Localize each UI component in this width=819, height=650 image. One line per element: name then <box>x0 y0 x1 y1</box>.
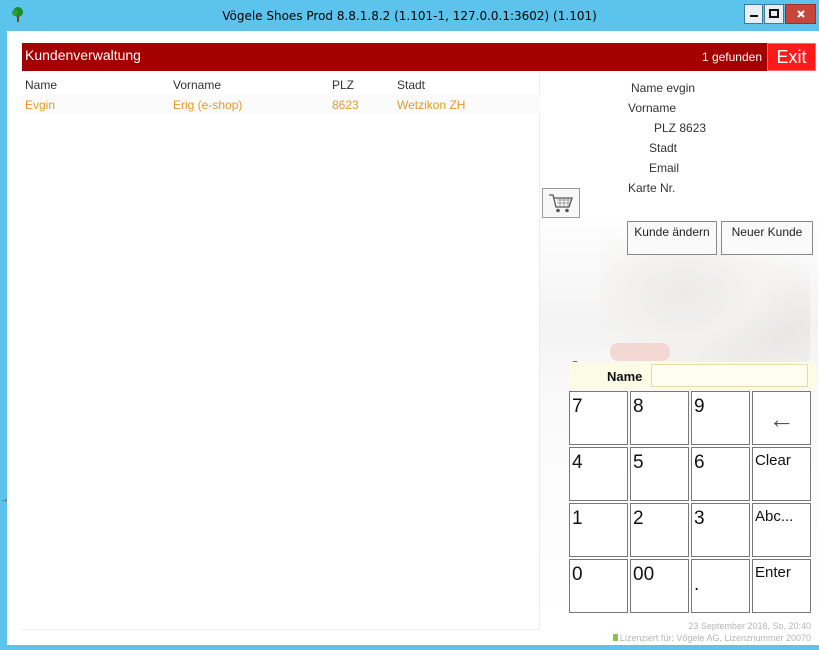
footer-date: 23 September 2018, So, 20:40 <box>688 621 811 631</box>
column-header-name[interactable]: Name <box>25 78 57 92</box>
numeric-keypad: 7 8 9 ← 4 5 6 Clear 1 2 3 Abc... 0 00 . … <box>569 391 817 615</box>
cell-vorname[interactable]: Erig (e-shop) <box>173 98 242 112</box>
edit-customer-button[interactable]: Kunde ändern <box>627 221 717 255</box>
detail-vorname: Vorname <box>628 101 677 115</box>
new-customer-button[interactable]: Neuer Kunde <box>721 221 813 255</box>
key-6[interactable]: 6 <box>691 447 750 501</box>
key-backspace[interactable]: ← <box>752 391 811 445</box>
title-bar[interactable]: Vögele Shoes Prod 8.8.1.8.2 (1.101-1, 12… <box>0 0 819 31</box>
minimize-icon <box>749 15 758 17</box>
footer-license: Lizenziert für: Vögele AG, Lizenznummer … <box>612 633 811 643</box>
key-3[interactable]: 3 <box>691 503 750 557</box>
key-1[interactable]: 1 <box>569 503 628 557</box>
customer-details: Name evgin Vorname PLZ 8623 Stadt Email … <box>595 81 817 217</box>
customer-list[interactable]: Name Vorname PLZ Stadt Evgin Erig (e-sho… <box>22 73 540 630</box>
app-window: Vögele Shoes Prod 8.8.1.8.2 (1.101-1, 12… <box>0 0 819 650</box>
cell-plz[interactable]: 8623 <box>332 98 359 112</box>
search-label: Name <box>607 369 643 384</box>
detail-stadt: Stadt <box>649 141 678 155</box>
search-bar: Name <box>569 362 816 389</box>
column-header-plz[interactable]: PLZ <box>332 78 354 92</box>
key-abc[interactable]: Abc... <box>752 503 811 557</box>
key-5[interactable]: 5 <box>630 447 689 501</box>
page-header: Kundenverwaltung 1 gefunden Exit <box>22 43 816 71</box>
detail-plz: PLZ 8623 <box>654 121 707 135</box>
key-9[interactable]: 9 <box>691 391 750 445</box>
key-decimal[interactable]: . <box>691 559 750 613</box>
shopping-cart-icon <box>549 194 573 213</box>
maximize-icon <box>769 9 779 18</box>
close-icon <box>796 10 805 18</box>
background-photo <box>600 238 810 368</box>
cell-name[interactable]: Evgin <box>25 98 55 112</box>
column-header-vorname[interactable]: Vorname <box>173 78 221 92</box>
key-8[interactable]: 8 <box>630 391 689 445</box>
cart-button[interactable] <box>542 188 580 218</box>
key-00[interactable]: 00 <box>630 559 689 613</box>
key-2[interactable]: 2 <box>630 503 689 557</box>
minimize-button[interactable] <box>744 4 763 24</box>
client-area: Kundenverwaltung 1 gefunden Exit Name Vo… <box>7 31 819 645</box>
cell-stadt[interactable]: Wetzikon ZH <box>397 98 465 112</box>
license-text: Lizenziert für: Vögele AG, Lizenznummer … <box>619 633 811 643</box>
maximize-button[interactable] <box>764 4 784 24</box>
close-button[interactable] <box>785 4 816 24</box>
result-count: 1 gefunden <box>701 50 762 64</box>
key-clear[interactable]: Clear <box>752 447 811 501</box>
license-status-icon <box>612 634 618 641</box>
key-enter[interactable]: Enter <box>752 559 811 613</box>
key-4[interactable]: 4 <box>569 447 628 501</box>
detail-karte: Karte Nr. <box>628 181 676 195</box>
column-header-stadt[interactable]: Stadt <box>397 78 425 92</box>
detail-name: Name evgin <box>631 81 696 95</box>
search-input[interactable] <box>651 364 808 387</box>
key-7[interactable]: 7 <box>569 391 628 445</box>
window-title: Vögele Shoes Prod 8.8.1.8.2 (1.101-1, 12… <box>222 9 597 23</box>
page-title: Kundenverwaltung <box>25 47 141 63</box>
exit-button[interactable]: Exit <box>767 43 816 71</box>
detail-email: Email <box>649 161 680 175</box>
key-0[interactable]: 0 <box>569 559 628 613</box>
